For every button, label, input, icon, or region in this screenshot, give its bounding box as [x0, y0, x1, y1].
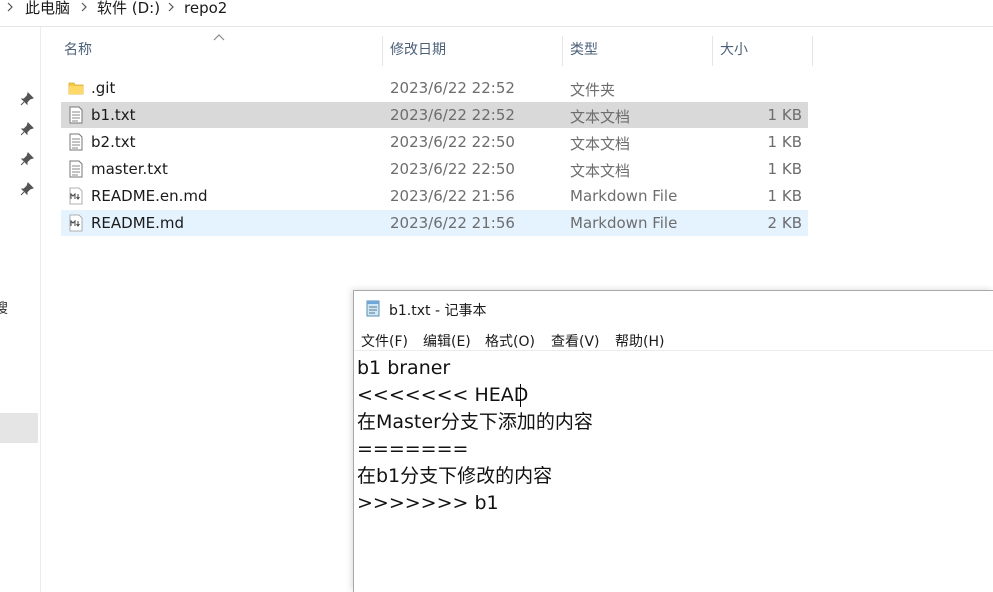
text-line: >>>>>>> b1: [357, 492, 499, 514]
breadcrumb-drive-d[interactable]: 软件 (D:): [97, 0, 160, 18]
file-size: 1 KB: [767, 160, 802, 178]
file-type: Markdown File: [570, 187, 678, 205]
file-row[interactable]: README.en.md 2023/6/22 21:56 Markdown Fi…: [61, 183, 808, 209]
column-divider[interactable]: [812, 36, 813, 66]
notepad-menu-bar: 文件(F) 编辑(E) 格式(O) 查看(V) 帮助(H): [354, 329, 993, 351]
file-type: 文本文档: [570, 162, 631, 180]
column-divider[interactable]: [712, 36, 713, 66]
pin-icon[interactable]: [20, 122, 34, 136]
text-file-icon: [69, 133, 83, 151]
pin-icon[interactable]: [20, 92, 34, 106]
file-date: 2023/6/22 22:52: [390, 106, 515, 124]
file-date: 2023/6/22 21:56: [390, 214, 515, 232]
file-name: README.en.md: [91, 187, 208, 205]
column-header-type[interactable]: 类型: [570, 41, 598, 61]
file-row[interactable]: b2.txt 2023/6/22 22:50 文本文档 1 KB: [61, 129, 808, 155]
text-line: 在b1分支下修改的内容: [357, 465, 553, 487]
menu-format[interactable]: 格式(O): [485, 331, 535, 351]
file-type: Markdown File: [570, 214, 678, 232]
file-name: b2.txt: [91, 133, 136, 151]
file-row-hover[interactable]: README.md 2023/6/22 21:56 Markdown File …: [61, 210, 808, 236]
notepad-window[interactable]: b1.txt - 记事本 文件(F) 编辑(E) 格式(O) 查看(V) 帮助(…: [353, 290, 993, 592]
column-header-date[interactable]: 修改日期: [390, 41, 446, 61]
markdown-file-icon: [69, 214, 83, 232]
menu-view[interactable]: 查看(V): [551, 331, 600, 351]
notepad-title: b1.txt - 记事本: [389, 303, 487, 319]
nav-item-selected[interactable]: [0, 413, 38, 443]
file-type: 文件夹: [570, 81, 616, 99]
file-row[interactable]: master.txt 2023/6/22 22:50 文本文档 1 KB: [61, 156, 808, 182]
column-divider[interactable]: [562, 36, 563, 66]
file-name: README.md: [91, 214, 185, 232]
sort-ascending-icon: [213, 34, 225, 41]
text-line: 在Master分支下添加的内容: [357, 411, 593, 433]
notepad-text-area[interactable]: b1 braner <<<<<<< HEAD 在Master分支下添加的内容 =…: [357, 353, 987, 591]
nav-item-search-partial[interactable]: 搜: [0, 298, 8, 318]
column-divider[interactable]: [382, 36, 383, 66]
address-bar[interactable]: 此电脑 软件 (D:) repo2: [0, 0, 993, 27]
chevron-right-icon[interactable]: [81, 2, 87, 12]
file-row-selected[interactable]: b1.txt 2023/6/22 22:52 文本文档 1 KB: [61, 102, 808, 128]
chevron-right-icon[interactable]: [7, 2, 13, 12]
file-date: 2023/6/22 22:50: [390, 133, 515, 151]
chevron-right-icon[interactable]: [168, 2, 174, 12]
file-size: 1 KB: [767, 187, 802, 205]
file-size: 1 KB: [767, 106, 802, 124]
file-date: 2023/6/22 22:52: [390, 79, 515, 97]
menu-help[interactable]: 帮助(H): [615, 331, 664, 351]
folder-icon: [68, 82, 84, 95]
file-type: 文本文档: [570, 108, 631, 126]
text-line: =======: [357, 438, 469, 460]
file-size: 1 KB: [767, 133, 802, 151]
file-type: 文本文档: [570, 135, 631, 153]
navigation-pane: 搜: [0, 27, 41, 592]
file-date: 2023/6/22 22:50: [390, 160, 515, 178]
menu-file[interactable]: 文件(F): [361, 331, 408, 351]
breadcrumb-this-pc[interactable]: 此电脑: [25, 0, 70, 18]
file-size: 2 KB: [767, 214, 802, 232]
column-header-size[interactable]: 大小: [720, 41, 748, 61]
text-file-icon: [69, 160, 83, 178]
notepad-title-bar[interactable]: b1.txt - 记事本: [354, 291, 993, 324]
column-header-name[interactable]: 名称: [64, 41, 92, 61]
file-name: master.txt: [91, 160, 168, 178]
pin-icon[interactable]: [20, 182, 34, 196]
text-line: <<<<<<< HEAD: [357, 384, 529, 406]
breadcrumb-repo2[interactable]: repo2: [184, 0, 227, 18]
text-line: b1 braner: [357, 357, 451, 379]
menu-edit[interactable]: 编辑(E): [423, 331, 471, 351]
notepad-icon: [366, 300, 380, 317]
pin-icon[interactable]: [20, 152, 34, 166]
text-file-icon: [69, 106, 83, 124]
markdown-file-icon: [69, 187, 83, 205]
file-row[interactable]: .git 2023/6/22 22:52 文件夹: [61, 75, 808, 101]
file-date: 2023/6/22 21:56: [390, 187, 515, 205]
text-caret: [520, 384, 521, 407]
file-name: .git: [91, 79, 116, 97]
file-name: b1.txt: [91, 106, 136, 124]
